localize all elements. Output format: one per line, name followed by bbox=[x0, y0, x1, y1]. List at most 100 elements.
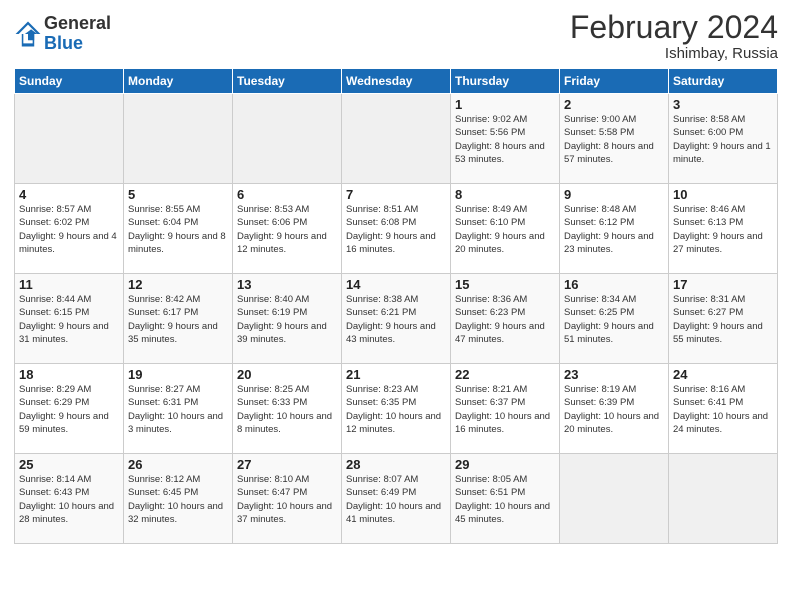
day-info: Sunrise: 8:42 AM Sunset: 6:17 PM Dayligh… bbox=[128, 293, 228, 346]
day-info: Sunrise: 8:10 AM Sunset: 6:47 PM Dayligh… bbox=[237, 473, 337, 526]
col-saturday: Saturday bbox=[669, 69, 778, 94]
table-row: 20Sunrise: 8:25 AM Sunset: 6:33 PM Dayli… bbox=[233, 364, 342, 454]
day-info: Sunrise: 8:49 AM Sunset: 6:10 PM Dayligh… bbox=[455, 203, 555, 256]
day-number: 24 bbox=[673, 367, 773, 382]
table-row: 5Sunrise: 8:55 AM Sunset: 6:04 PM Daylig… bbox=[124, 184, 233, 274]
day-info: Sunrise: 8:34 AM Sunset: 6:25 PM Dayligh… bbox=[564, 293, 664, 346]
day-number: 27 bbox=[237, 457, 337, 472]
table-row: 26Sunrise: 8:12 AM Sunset: 6:45 PM Dayli… bbox=[124, 454, 233, 544]
table-row: 29Sunrise: 8:05 AM Sunset: 6:51 PM Dayli… bbox=[451, 454, 560, 544]
table-row: 21Sunrise: 8:23 AM Sunset: 6:35 PM Dayli… bbox=[342, 364, 451, 454]
day-number: 16 bbox=[564, 277, 664, 292]
day-number: 6 bbox=[237, 187, 337, 202]
table-row: 1Sunrise: 9:02 AM Sunset: 5:56 PM Daylig… bbox=[451, 94, 560, 184]
day-info: Sunrise: 8:53 AM Sunset: 6:06 PM Dayligh… bbox=[237, 203, 337, 256]
table-row: 2Sunrise: 9:00 AM Sunset: 5:58 PM Daylig… bbox=[560, 94, 669, 184]
day-info: Sunrise: 8:58 AM Sunset: 6:00 PM Dayligh… bbox=[673, 113, 773, 166]
logo-icon bbox=[14, 20, 42, 48]
logo-blue: Blue bbox=[44, 34, 111, 54]
table-row: 3Sunrise: 8:58 AM Sunset: 6:00 PM Daylig… bbox=[669, 94, 778, 184]
day-number: 19 bbox=[128, 367, 228, 382]
title-block: February 2024 Ishimbay, Russia bbox=[570, 10, 778, 62]
table-row: 6Sunrise: 8:53 AM Sunset: 6:06 PM Daylig… bbox=[233, 184, 342, 274]
table-row: 23Sunrise: 8:19 AM Sunset: 6:39 PM Dayli… bbox=[560, 364, 669, 454]
day-number: 13 bbox=[237, 277, 337, 292]
table-row: 28Sunrise: 8:07 AM Sunset: 6:49 PM Dayli… bbox=[342, 454, 451, 544]
day-number: 12 bbox=[128, 277, 228, 292]
calendar-body: 1Sunrise: 9:02 AM Sunset: 5:56 PM Daylig… bbox=[15, 94, 778, 544]
day-info: Sunrise: 8:46 AM Sunset: 6:13 PM Dayligh… bbox=[673, 203, 773, 256]
col-monday: Monday bbox=[124, 69, 233, 94]
day-info: Sunrise: 8:55 AM Sunset: 6:04 PM Dayligh… bbox=[128, 203, 228, 256]
table-row: 8Sunrise: 8:49 AM Sunset: 6:10 PM Daylig… bbox=[451, 184, 560, 274]
col-thursday: Thursday bbox=[451, 69, 560, 94]
day-number: 25 bbox=[19, 457, 119, 472]
day-number: 5 bbox=[128, 187, 228, 202]
day-number: 10 bbox=[673, 187, 773, 202]
day-number: 21 bbox=[346, 367, 446, 382]
day-number: 1 bbox=[455, 97, 555, 112]
day-info: Sunrise: 8:38 AM Sunset: 6:21 PM Dayligh… bbox=[346, 293, 446, 346]
table-row: 24Sunrise: 8:16 AM Sunset: 6:41 PM Dayli… bbox=[669, 364, 778, 454]
logo-text: General Blue bbox=[44, 14, 111, 54]
logo-general: General bbox=[44, 14, 111, 34]
table-row bbox=[124, 94, 233, 184]
logo: General Blue bbox=[14, 14, 111, 54]
calendar-week-5: 25Sunrise: 8:14 AM Sunset: 6:43 PM Dayli… bbox=[15, 454, 778, 544]
day-info: Sunrise: 8:27 AM Sunset: 6:31 PM Dayligh… bbox=[128, 383, 228, 436]
month-year: February 2024 bbox=[570, 10, 778, 45]
day-number: 7 bbox=[346, 187, 446, 202]
day-info: Sunrise: 8:23 AM Sunset: 6:35 PM Dayligh… bbox=[346, 383, 446, 436]
col-sunday: Sunday bbox=[15, 69, 124, 94]
table-row: 11Sunrise: 8:44 AM Sunset: 6:15 PM Dayli… bbox=[15, 274, 124, 364]
day-number: 3 bbox=[673, 97, 773, 112]
day-info: Sunrise: 8:21 AM Sunset: 6:37 PM Dayligh… bbox=[455, 383, 555, 436]
day-number: 18 bbox=[19, 367, 119, 382]
table-row: 7Sunrise: 8:51 AM Sunset: 6:08 PM Daylig… bbox=[342, 184, 451, 274]
day-info: Sunrise: 9:00 AM Sunset: 5:58 PM Dayligh… bbox=[564, 113, 664, 166]
table-row: 10Sunrise: 8:46 AM Sunset: 6:13 PM Dayli… bbox=[669, 184, 778, 274]
table-row: 12Sunrise: 8:42 AM Sunset: 6:17 PM Dayli… bbox=[124, 274, 233, 364]
calendar-week-3: 11Sunrise: 8:44 AM Sunset: 6:15 PM Dayli… bbox=[15, 274, 778, 364]
calendar-header-row: Sunday Monday Tuesday Wednesday Thursday… bbox=[15, 69, 778, 94]
col-tuesday: Tuesday bbox=[233, 69, 342, 94]
day-info: Sunrise: 8:36 AM Sunset: 6:23 PM Dayligh… bbox=[455, 293, 555, 346]
day-info: Sunrise: 8:40 AM Sunset: 6:19 PM Dayligh… bbox=[237, 293, 337, 346]
table-row: 13Sunrise: 8:40 AM Sunset: 6:19 PM Dayli… bbox=[233, 274, 342, 364]
day-info: Sunrise: 9:02 AM Sunset: 5:56 PM Dayligh… bbox=[455, 113, 555, 166]
day-number: 23 bbox=[564, 367, 664, 382]
location: Ishimbay, Russia bbox=[570, 45, 778, 62]
day-info: Sunrise: 8:29 AM Sunset: 6:29 PM Dayligh… bbox=[19, 383, 119, 436]
day-number: 20 bbox=[237, 367, 337, 382]
table-row: 4Sunrise: 8:57 AM Sunset: 6:02 PM Daylig… bbox=[15, 184, 124, 274]
table-row: 19Sunrise: 8:27 AM Sunset: 6:31 PM Dayli… bbox=[124, 364, 233, 454]
page: General Blue February 2024 Ishimbay, Rus… bbox=[0, 0, 792, 612]
table-row: 25Sunrise: 8:14 AM Sunset: 6:43 PM Dayli… bbox=[15, 454, 124, 544]
day-info: Sunrise: 8:05 AM Sunset: 6:51 PM Dayligh… bbox=[455, 473, 555, 526]
day-number: 28 bbox=[346, 457, 446, 472]
table-row: 18Sunrise: 8:29 AM Sunset: 6:29 PM Dayli… bbox=[15, 364, 124, 454]
table-row: 15Sunrise: 8:36 AM Sunset: 6:23 PM Dayli… bbox=[451, 274, 560, 364]
table-row bbox=[15, 94, 124, 184]
table-row: 22Sunrise: 8:21 AM Sunset: 6:37 PM Dayli… bbox=[451, 364, 560, 454]
day-number: 29 bbox=[455, 457, 555, 472]
day-info: Sunrise: 8:57 AM Sunset: 6:02 PM Dayligh… bbox=[19, 203, 119, 256]
day-number: 22 bbox=[455, 367, 555, 382]
table-row: 17Sunrise: 8:31 AM Sunset: 6:27 PM Dayli… bbox=[669, 274, 778, 364]
table-row: 16Sunrise: 8:34 AM Sunset: 6:25 PM Dayli… bbox=[560, 274, 669, 364]
calendar-week-1: 1Sunrise: 9:02 AM Sunset: 5:56 PM Daylig… bbox=[15, 94, 778, 184]
day-number: 9 bbox=[564, 187, 664, 202]
table-row: 14Sunrise: 8:38 AM Sunset: 6:21 PM Dayli… bbox=[342, 274, 451, 364]
day-info: Sunrise: 8:19 AM Sunset: 6:39 PM Dayligh… bbox=[564, 383, 664, 436]
day-info: Sunrise: 8:16 AM Sunset: 6:41 PM Dayligh… bbox=[673, 383, 773, 436]
day-number: 17 bbox=[673, 277, 773, 292]
day-info: Sunrise: 8:14 AM Sunset: 6:43 PM Dayligh… bbox=[19, 473, 119, 526]
day-number: 11 bbox=[19, 277, 119, 292]
day-number: 14 bbox=[346, 277, 446, 292]
day-number: 8 bbox=[455, 187, 555, 202]
calendar-week-2: 4Sunrise: 8:57 AM Sunset: 6:02 PM Daylig… bbox=[15, 184, 778, 274]
day-number: 26 bbox=[128, 457, 228, 472]
table-row bbox=[669, 454, 778, 544]
calendar-table: Sunday Monday Tuesday Wednesday Thursday… bbox=[14, 68, 778, 544]
col-wednesday: Wednesday bbox=[342, 69, 451, 94]
